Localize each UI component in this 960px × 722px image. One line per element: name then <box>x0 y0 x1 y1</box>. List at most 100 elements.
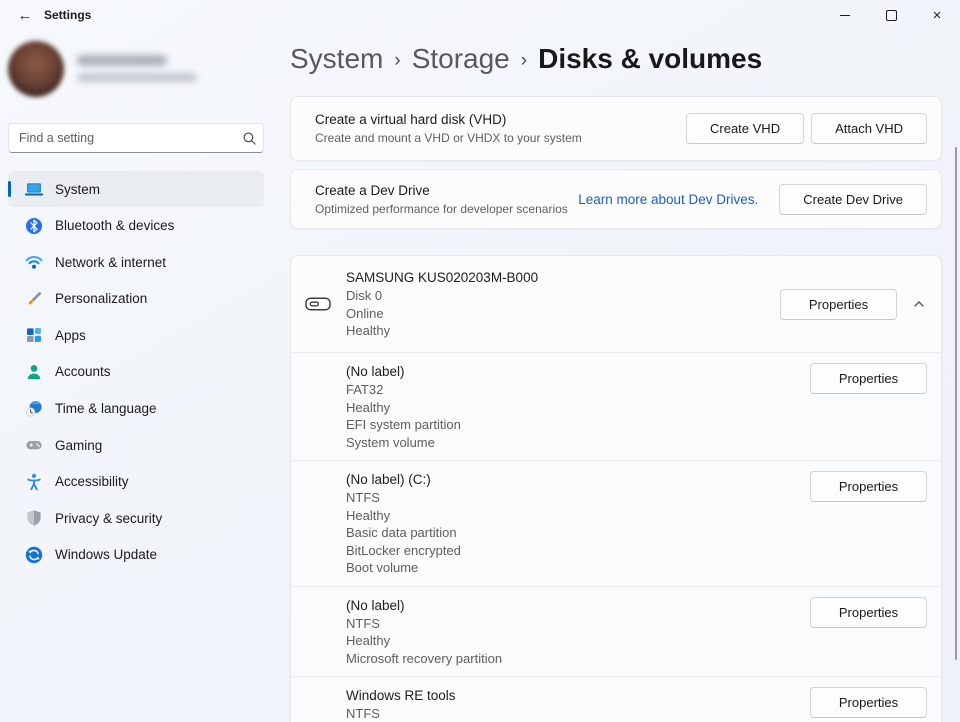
search-input[interactable] <box>9 131 235 145</box>
volume-detail: NTFS <box>346 615 810 633</box>
volume-properties-button[interactable]: Properties <box>810 687 927 718</box>
dev-drive-card: Create a Dev Drive Optimized performance… <box>290 169 942 229</box>
dev-drive-card-title: Create a Dev Drive <box>315 183 578 198</box>
back-button[interactable]: ← <box>12 3 38 27</box>
volume-properties-button[interactable]: Properties <box>810 471 927 502</box>
breadcrumb-system[interactable]: System <box>290 43 383 75</box>
volume-detail: EFI system partition <box>346 416 810 434</box>
sidebar-item-bluetooth[interactable]: Bluetooth & devices <box>8 208 264 244</box>
sidebar-item-label: Gaming <box>55 438 102 453</box>
sidebar-item-label: Accounts <box>55 364 111 379</box>
accounts-icon <box>22 362 46 382</box>
time-language-icon <box>22 399 46 419</box>
sidebar-item-label: Network & internet <box>55 255 166 270</box>
chevron-right-icon: › <box>394 50 400 72</box>
volume-info: Windows RE tools NTFS Healthy <box>346 677 810 722</box>
disk-header-row[interactable]: SAMSUNG KUS020203M-B000 Disk 0 Online He… <box>291 256 941 352</box>
volume-detail: NTFS <box>346 489 810 507</box>
volume-detail: System volume <box>346 434 810 452</box>
volume-name: Windows RE tools <box>346 687 810 705</box>
sidebar-item-label: Time & language <box>55 401 157 416</box>
volume-info: (No label) NTFS Healthy Microsoft recove… <box>346 587 810 677</box>
volume-row-efi[interactable]: (No label) FAT32 Healthy EFI system part… <box>291 352 941 460</box>
breadcrumb-storage[interactable]: Storage <box>412 43 510 75</box>
sidebar-item-label: Personalization <box>55 291 147 306</box>
volume-properties-button[interactable]: Properties <box>810 597 927 628</box>
sidebar-item-apps[interactable]: Apps <box>8 317 264 353</box>
sidebar-item-time-language[interactable]: Time & language <box>8 391 264 427</box>
vhd-buttons: Create VHD Attach VHD <box>686 113 927 144</box>
sidebar-item-label: Privacy & security <box>55 511 162 526</box>
user-name-blurred <box>77 55 167 66</box>
disk-properties-button[interactable]: Properties <box>780 289 897 320</box>
vhd-card-subtitle: Create and mount a VHD or VHDX to your s… <box>315 131 686 145</box>
sidebar-item-accessibility[interactable]: Accessibility <box>8 464 264 500</box>
vhd-card: Create a virtual hard disk (VHD) Create … <box>290 96 942 161</box>
windows-update-icon <box>22 545 46 565</box>
page-title: Disks & volumes <box>538 43 762 75</box>
volume-properties-button[interactable]: Properties <box>810 363 927 394</box>
back-arrow-icon: ← <box>18 7 33 24</box>
vhd-card-text: Create a virtual hard disk (VHD) Create … <box>315 112 686 145</box>
volume-detail: Healthy <box>346 399 810 417</box>
create-dev-drive-button[interactable]: Create Dev Drive <box>779 184 927 215</box>
volume-detail: Healthy <box>346 507 810 525</box>
vhd-card-title: Create a virtual hard disk (VHD) <box>315 112 686 127</box>
sidebar-item-label: Accessibility <box>55 474 129 489</box>
personalization-icon <box>22 289 46 309</box>
minimize-button[interactable] <box>822 0 868 30</box>
window-controls: × <box>822 0 960 30</box>
volume-detail: Basic data partition <box>346 524 810 542</box>
volume-info: (No label) (C:) NTFS Healthy Basic data … <box>346 461 810 586</box>
maximize-icon <box>886 10 897 21</box>
volume-name: (No label) <box>346 597 810 615</box>
close-icon: × <box>933 8 942 23</box>
apps-icon <box>22 325 46 345</box>
accessibility-icon <box>22 472 46 492</box>
sidebar-item-accounts[interactable]: Accounts <box>8 354 264 390</box>
volume-detail: BitLocker encrypted <box>346 542 810 560</box>
volume-row-c[interactable]: (No label) (C:) NTFS Healthy Basic data … <box>291 460 941 586</box>
sidebar-item-personalization[interactable]: Personalization <box>8 281 264 317</box>
maximize-button[interactable] <box>868 0 914 30</box>
sidebar-item-privacy[interactable]: Privacy & security <box>8 500 264 536</box>
sidebar-item-network[interactable]: Network & internet <box>8 244 264 280</box>
sidebar-item-windows-update[interactable]: Windows Update <box>8 537 264 573</box>
volume-info: (No label) FAT32 Healthy EFI system part… <box>346 353 810 460</box>
bluetooth-icon <box>22 216 46 236</box>
volume-detail: Boot volume <box>346 559 810 577</box>
avatar[interactable] <box>8 41 64 97</box>
scrollbar-thumb[interactable] <box>955 147 957 660</box>
sidebar-item-system[interactable]: System <box>8 171 264 207</box>
volume-name: (No label) <box>346 363 810 381</box>
volume-detail: Microsoft recovery partition <box>346 650 810 668</box>
volume-row-windows-re[interactable]: Windows RE tools NTFS Healthy Properties <box>291 676 941 722</box>
sidebar-item-label: Apps <box>55 328 86 343</box>
main-content: System › Storage › Disks & volumes Creat… <box>290 30 942 722</box>
sidebar-item-label: Windows Update <box>55 547 157 562</box>
disk-detail: Disk 0 <box>346 287 780 305</box>
titlebar: ← Settings × <box>0 0 960 30</box>
create-vhd-button[interactable]: Create VHD <box>686 113 804 144</box>
volume-name: (No label) (C:) <box>346 471 810 489</box>
disk-card: SAMSUNG KUS020203M-B000 Disk 0 Online He… <box>290 255 942 722</box>
search-icon[interactable] <box>235 131 263 146</box>
network-icon <box>22 252 46 272</box>
chevron-up-icon[interactable] <box>910 296 927 313</box>
user-email-blurred <box>77 73 197 82</box>
disk-header-controls: Properties <box>780 289 927 320</box>
sidebar-item-gaming[interactable]: Gaming <box>8 427 264 463</box>
volume-detail: Healthy <box>346 632 810 650</box>
disk-detail: Healthy <box>346 322 780 340</box>
disk-name: SAMSUNG KUS020203M-B000 <box>346 269 780 287</box>
disk-detail: Online <box>346 305 780 323</box>
attach-vhd-button[interactable]: Attach VHD <box>811 113 927 144</box>
close-button[interactable]: × <box>914 0 960 30</box>
settings-window: ← Settings × System <box>0 0 960 722</box>
dev-drive-learn-more-link[interactable]: Learn more about Dev Drives. <box>578 192 758 207</box>
drive-icon <box>305 296 331 312</box>
volume-row-recovery[interactable]: (No label) NTFS Healthy Microsoft recove… <box>291 586 941 677</box>
dev-drive-card-subtitle: Optimized performance for developer scen… <box>315 202 578 216</box>
chevron-right-icon: › <box>521 50 527 72</box>
disk-info: SAMSUNG KUS020203M-B000 Disk 0 Online He… <box>346 256 780 352</box>
